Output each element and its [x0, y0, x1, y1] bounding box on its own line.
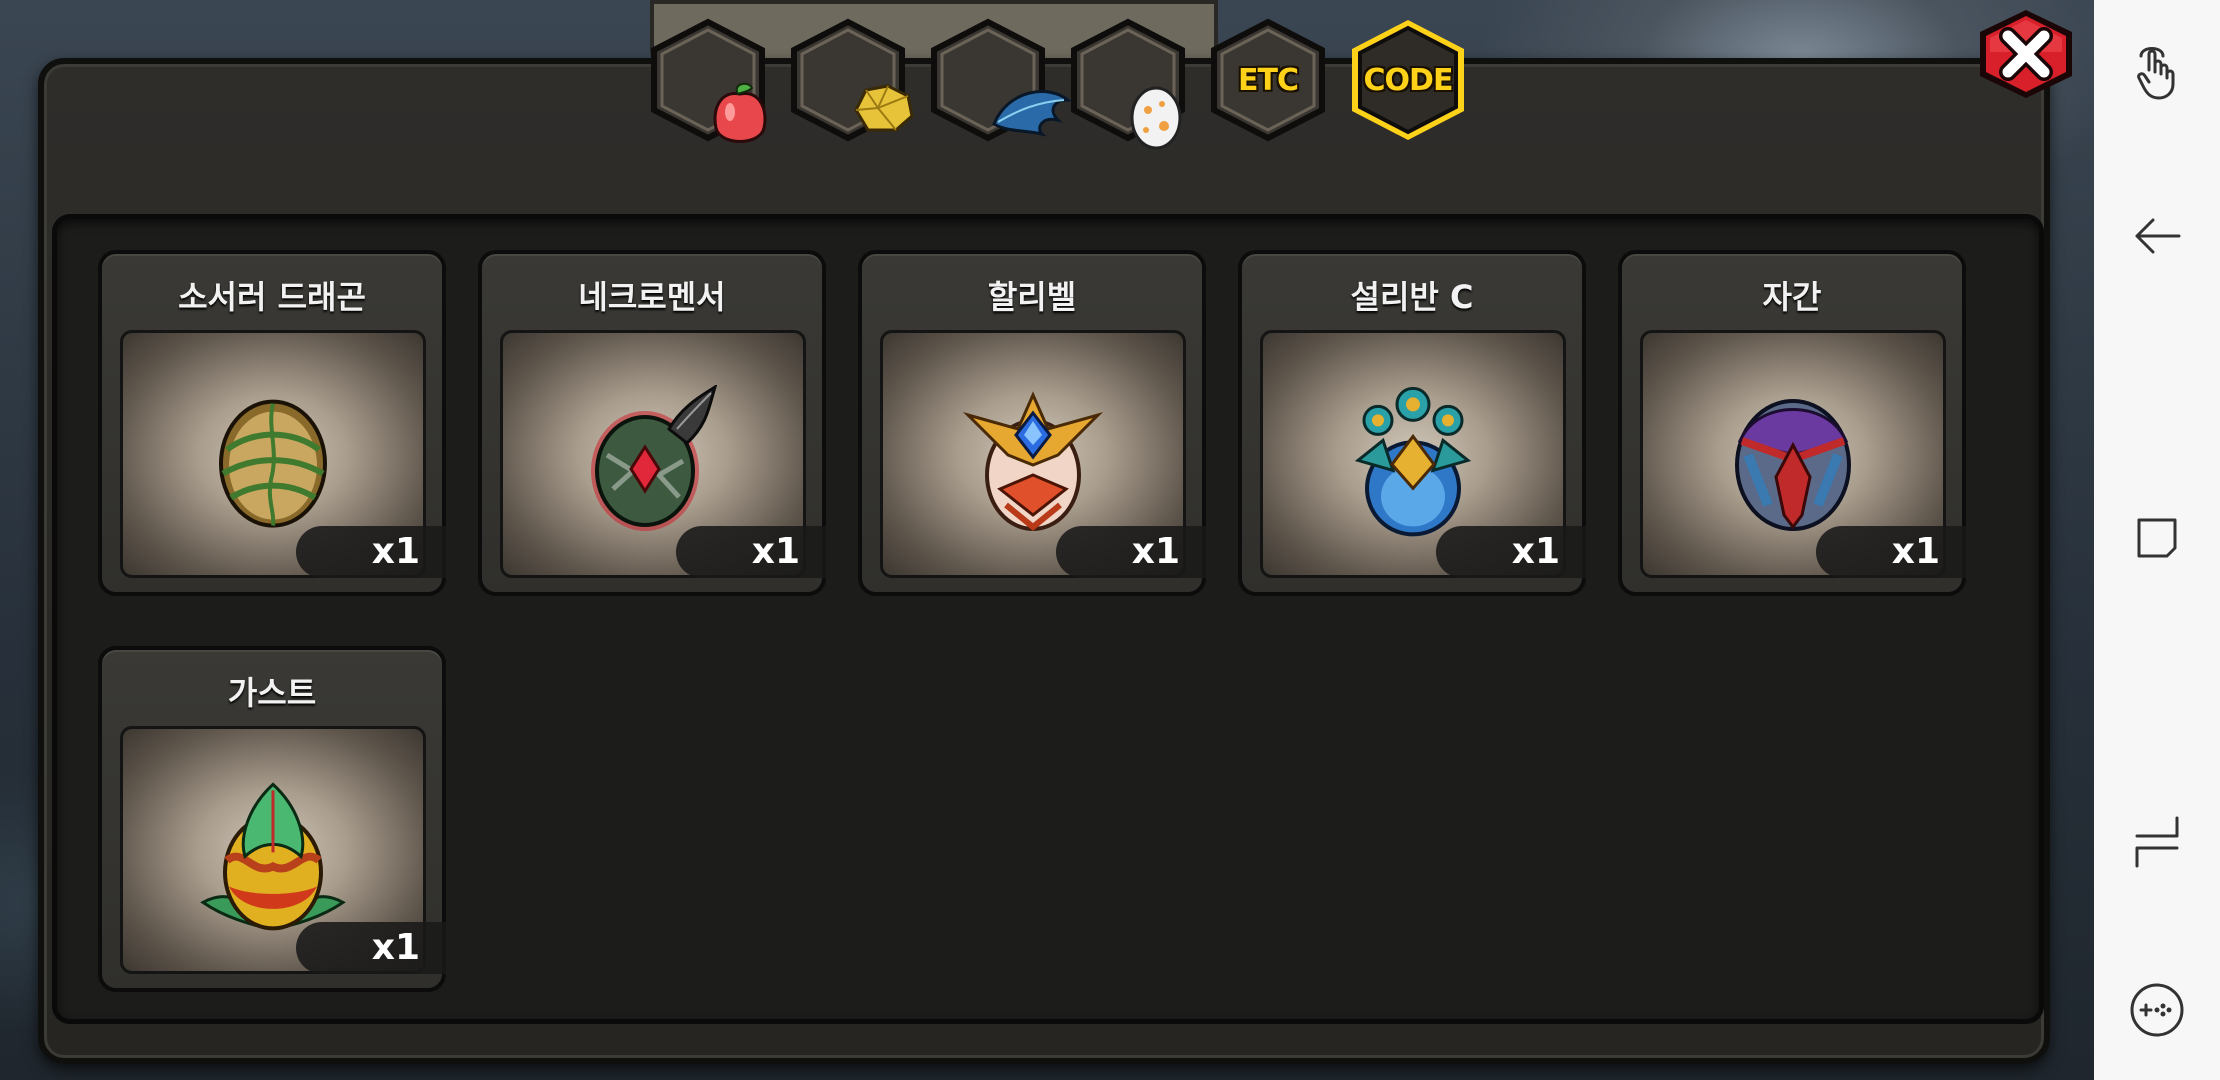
- item-card[interactable]: 네크로멘서 x1: [478, 250, 826, 596]
- tab-egg[interactable]: [1064, 16, 1192, 150]
- item-quantity: x1: [296, 526, 446, 578]
- switch-app-button[interactable]: [2127, 812, 2187, 872]
- tab-fruit[interactable]: [644, 16, 772, 144]
- game-tools-button[interactable]: [2127, 980, 2187, 1040]
- item-quantity: x1: [1056, 526, 1206, 578]
- item-name: 가스트: [227, 674, 317, 712]
- item-quantity: x1: [676, 526, 826, 578]
- item-name: 설리반 C: [1350, 278, 1474, 316]
- item-name: 자간: [1762, 278, 1822, 316]
- tab-ore[interactable]: [784, 16, 914, 144]
- tab-etc-label: ETC: [1238, 62, 1299, 98]
- item-card[interactable]: 소서러 드래곤 x1: [98, 250, 446, 596]
- tab-feather[interactable]: [924, 16, 1072, 144]
- back-arrow-icon: [2135, 218, 2181, 254]
- item-quantity: x1: [1816, 526, 1966, 578]
- jagan-egg-icon: [1735, 399, 1851, 531]
- item-quantity: x1: [296, 922, 446, 974]
- item-name: 네크로멘서: [578, 278, 726, 316]
- back-button[interactable]: [2127, 206, 2187, 266]
- tab-code[interactable]: CODE: [1344, 16, 1472, 144]
- item-card[interactable]: 가스트 x1: [98, 646, 446, 992]
- item-name: 소서러 드래곤: [178, 278, 366, 316]
- sullivan-c-egg-icon: [1354, 386, 1472, 537]
- item-name: 할리벨: [987, 278, 1077, 316]
- tab-etc[interactable]: ETC: [1204, 16, 1332, 144]
- close-button[interactable]: [1972, 6, 2080, 102]
- touch-gesture-button[interactable]: [2127, 42, 2187, 102]
- close-icon: [1980, 10, 2072, 98]
- touch-gesture-icon: [2137, 47, 2175, 100]
- game-controller-icon: [2130, 983, 2184, 1037]
- switch-app-icon: [2135, 816, 2179, 868]
- necromancer-egg-icon: [591, 385, 718, 531]
- overview-square-icon: [2137, 518, 2177, 558]
- item-card[interactable]: 자간 x1: [1618, 250, 1966, 596]
- sorcerer-dragon-egg-icon: [219, 399, 327, 528]
- system-nav-bar: [2094, 0, 2220, 1080]
- item-card[interactable]: 할리벨 x1: [858, 250, 1206, 596]
- item-card[interactable]: 설리반 C x1: [1238, 250, 1586, 596]
- tab-code-label: CODE: [1363, 62, 1454, 98]
- overview-button[interactable]: [2127, 508, 2187, 568]
- halibel-egg-icon: [962, 391, 1104, 531]
- item-quantity: x1: [1436, 526, 1586, 578]
- gast-egg-icon: [200, 782, 346, 931]
